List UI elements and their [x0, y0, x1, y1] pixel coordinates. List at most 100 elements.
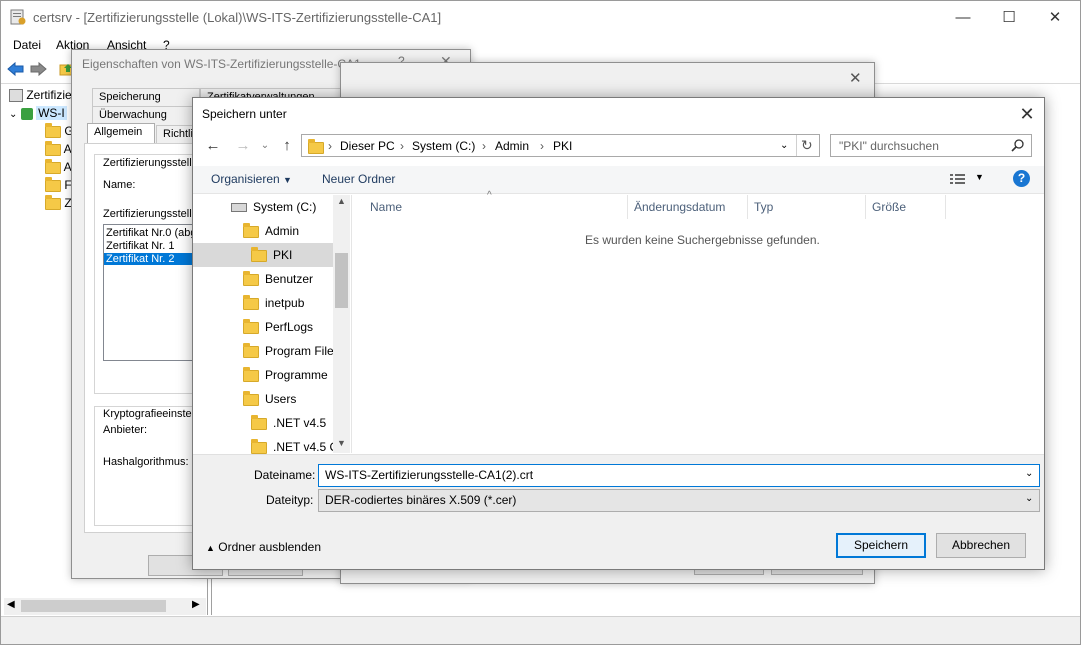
hide-folders-toggle[interactable]: ▲ Ordner ausblenden: [206, 540, 321, 554]
new-folder-button[interactable]: Neuer Ordner: [322, 172, 395, 186]
filetype-dropdown-icon[interactable]: ⌄: [1025, 493, 1033, 504]
tree-child[interactable]: A: [45, 158, 72, 178]
tree-child[interactable]: F: [45, 176, 72, 196]
scroll-left-icon[interactable]: ◀: [7, 599, 15, 610]
refresh-icon[interactable]: ↻: [801, 137, 813, 154]
folder-icon: [243, 270, 259, 286]
breadcrumb-this-pc[interactable]: Dieser PC: [340, 139, 395, 153]
menu-datei[interactable]: Datei: [13, 38, 41, 52]
certsrv-app-icon: [10, 9, 26, 25]
help-icon[interactable]: ?: [1013, 170, 1030, 187]
folder-icon: [45, 140, 61, 156]
tree-child[interactable]: Z: [45, 194, 72, 214]
folder-icon: [243, 318, 259, 334]
breadcrumb-system-c[interactable]: System (C:): [412, 139, 475, 153]
back-arrow-icon[interactable]: [7, 61, 25, 80]
forward-arrow-icon[interactable]: [29, 61, 47, 80]
tab-allgemein[interactable]: Allgemein: [87, 123, 155, 144]
scroll-right-icon[interactable]: ▶: [192, 599, 200, 610]
breadcrumb-admin[interactable]: Admin: [495, 139, 529, 153]
nav-item-label: Benutzer: [265, 272, 314, 286]
nav-item-label: Programme: [265, 368, 328, 382]
certsrv-icon: [9, 89, 23, 103]
nav-item[interactable]: System (C:): [193, 195, 333, 219]
list-item[interactable]: Zertifikat Nr. 1: [106, 240, 174, 252]
search-box[interactable]: "PKI" durchsuchen: [830, 134, 1032, 157]
chevron-right-icon[interactable]: ›: [328, 139, 332, 153]
search-icon[interactable]: [1011, 138, 1025, 155]
close-button[interactable]: ✕: [1032, 1, 1078, 35]
tree-child[interactable]: A: [45, 140, 72, 160]
certificate-list[interactable]: Zertifikat Nr.0 (abg Zertifikat Nr. 1 Ze…: [103, 224, 205, 361]
scroll-thumb[interactable]: [335, 253, 348, 308]
file-list[interactable]: ^ Name Änderungsdatum Typ Größe Es wurde…: [351, 190, 1044, 453]
nav-forward-icon[interactable]: →: [233, 136, 253, 156]
column-header-size[interactable]: Größe: [866, 195, 946, 219]
address-dropdown-icon[interactable]: ⌄: [780, 140, 788, 151]
drive-icon: [231, 203, 247, 213]
tree-root[interactable]: Zertifizie: [9, 88, 72, 106]
empty-message: Es wurden keine Suchergebnisse gefunden.: [585, 233, 820, 247]
chevron-right-icon[interactable]: ›: [400, 139, 404, 153]
filename-dropdown-icon[interactable]: ⌄: [1025, 468, 1033, 479]
intermediate-close-icon[interactable]: ✕: [849, 69, 862, 87]
nav-item[interactable]: Admin: [193, 219, 333, 243]
column-header-type[interactable]: Typ: [748, 195, 866, 219]
nav-item[interactable]: Users: [193, 387, 333, 411]
scroll-thumb[interactable]: [21, 600, 166, 612]
scroll-up-icon[interactable]: ▲: [337, 196, 346, 206]
name-label: Name:: [103, 179, 136, 191]
folder-icon: [251, 438, 267, 454]
scroll-down-icon[interactable]: ▼: [337, 438, 346, 448]
save-dialog-title: Speichern unter: [202, 107, 287, 121]
maximize-button[interactable]: ☐: [986, 1, 1032, 35]
save-button[interactable]: Speichern: [836, 533, 926, 558]
tab-speicherung[interactable]: Speicherung: [92, 88, 200, 106]
minimize-button[interactable]: —: [940, 1, 986, 35]
chevron-right-icon[interactable]: ›: [482, 139, 486, 153]
properties-dialog-title: Eigenschaften von WS-ITS-Zertifizierungs…: [82, 57, 361, 71]
column-header-date[interactable]: Änderungsdatum: [628, 195, 748, 219]
navigation-scrollbar[interactable]: ▲ ▼: [333, 195, 350, 453]
main-titlebar: certsrv - [Zertifizierungsstelle (Lokal)…: [1, 1, 1080, 35]
folder-icon: [251, 246, 267, 262]
save-bottom-panel: Dateiname: WS-ITS-Zertifizierungsstelle-…: [193, 454, 1044, 569]
nav-item-label: inetpub: [265, 296, 305, 310]
view-dropdown-icon[interactable]: ▼: [975, 172, 984, 182]
address-bar[interactable]: › Dieser PC › System (C:) › Admin › PKI …: [301, 134, 820, 157]
tree-ca-node[interactable]: ⌄ WS-I: [9, 106, 67, 124]
organize-button[interactable]: Organisieren ▼: [211, 172, 292, 186]
nav-item[interactable]: PerfLogs: [193, 315, 333, 339]
filetype-select[interactable]: DER-codiertes binäres X.509 (*.cer): [318, 489, 1040, 512]
crypto-group-label: Kryptografieeinstellu: [103, 408, 203, 420]
view-options-icon[interactable]: [949, 172, 967, 189]
chevron-up-icon: ▲: [206, 543, 215, 553]
tab-richtlinie[interactable]: Richtli: [156, 125, 196, 143]
nav-item[interactable]: Program Files: [193, 339, 333, 363]
search-input[interactable]: "PKI" durchsuchen: [839, 139, 939, 153]
nav-up-icon[interactable]: ↑: [277, 136, 297, 156]
nav-item[interactable]: .NET v4.5: [193, 411, 333, 435]
navigation-pane: System (C:) Admin PKI Benutzer inetpub PerfLo…: [193, 195, 351, 454]
tree-horizontal-scrollbar[interactable]: ◀ ▶: [4, 598, 206, 615]
tree-child[interactable]: G: [45, 122, 74, 142]
provider-label: Anbieter:: [103, 424, 148, 436]
chevron-right-icon[interactable]: ›: [540, 139, 544, 153]
cancel-button[interactable]: Abbrechen: [936, 533, 1026, 558]
recent-dropdown-icon[interactable]: ⌄: [255, 136, 275, 156]
nav-back-icon[interactable]: ←: [203, 136, 223, 156]
list-item-selected[interactable]: Zertifikat Nr. 2: [104, 253, 204, 265]
column-header-name[interactable]: Name: [364, 195, 628, 219]
folder-icon: [243, 222, 259, 238]
folder-icon: [243, 366, 259, 382]
save-dialog-close-icon[interactable]: ✕: [1015, 102, 1039, 126]
hash-label: Hashalgorithmus:: [103, 456, 189, 468]
nav-item[interactable]: inetpub: [193, 291, 333, 315]
nav-item[interactable]: Benutzer: [193, 267, 333, 291]
filename-input[interactable]: WS-ITS-Zertifizierungsstelle-CA1(2).crt: [318, 464, 1040, 487]
nav-item-selected[interactable]: PKI: [193, 243, 333, 267]
breadcrumb-pki[interactable]: PKI: [553, 139, 572, 153]
list-item[interactable]: Zertifikat Nr.0 (abg: [106, 227, 196, 239]
nav-item[interactable]: Programme: [193, 363, 333, 387]
expand-chevron-icon[interactable]: ⌄: [9, 109, 17, 120]
